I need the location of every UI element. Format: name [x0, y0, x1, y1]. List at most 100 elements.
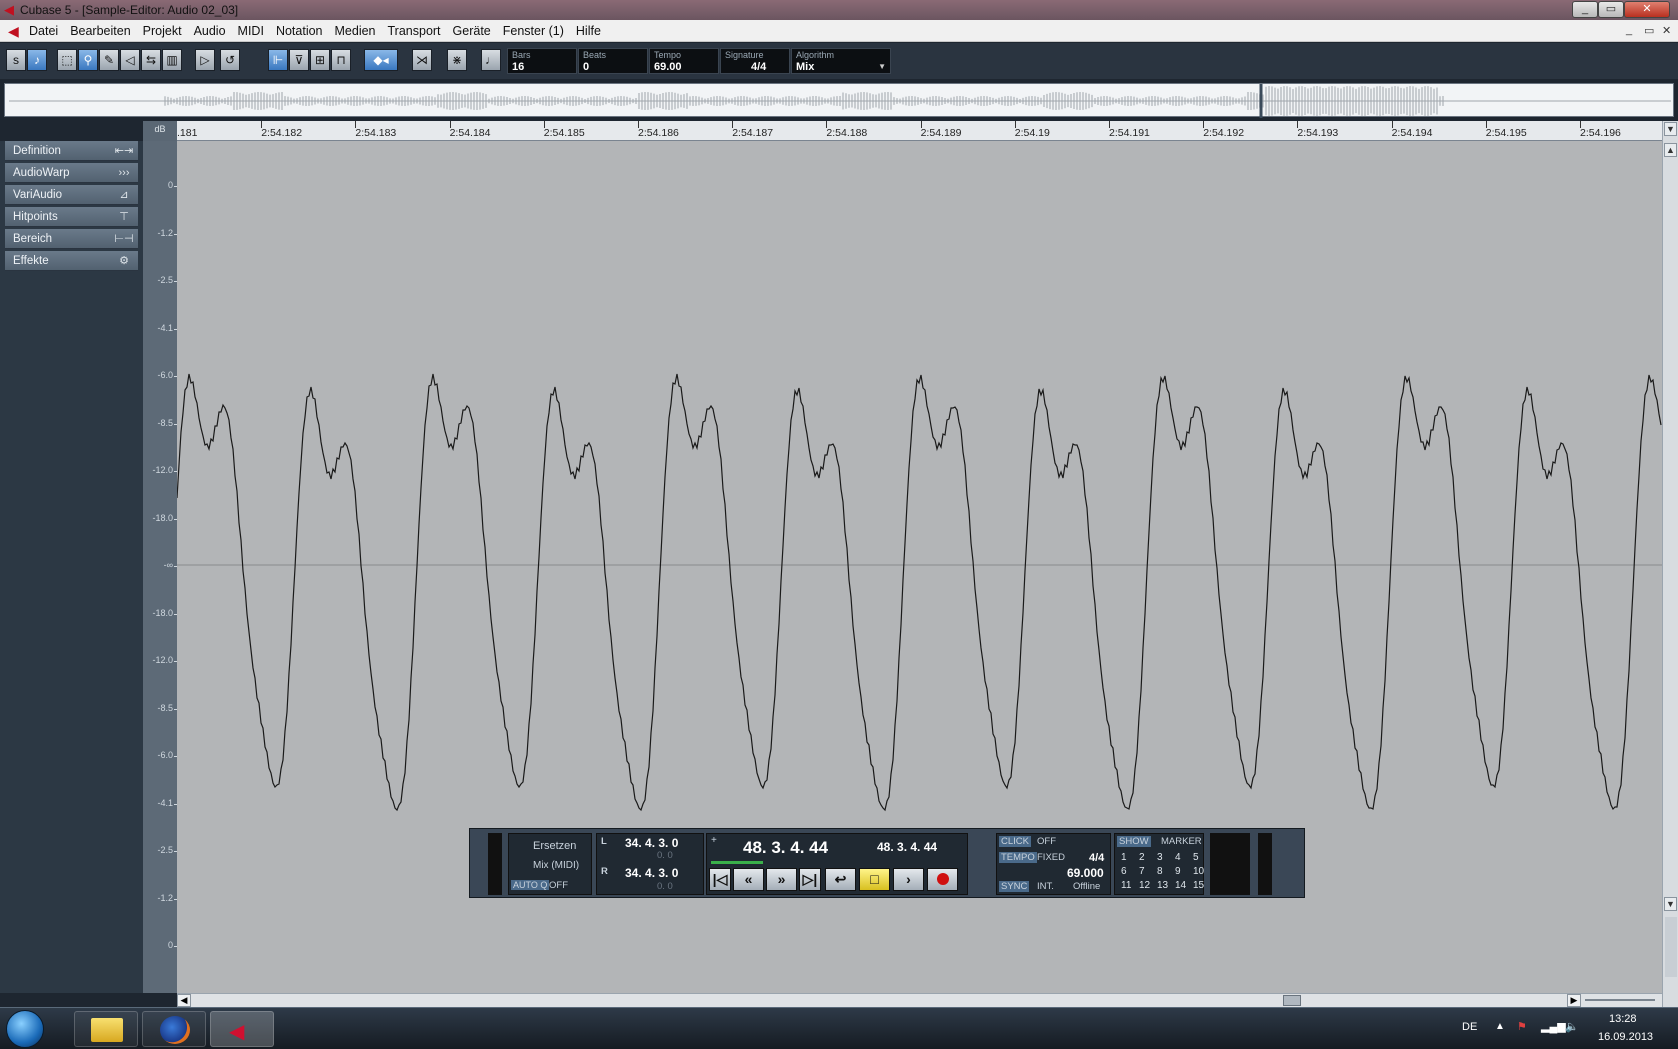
inspector-variaudio[interactable]: VariAudio ⊿ — [5, 185, 138, 205]
explorer-taskbar-button[interactable] — [74, 1011, 138, 1047]
marker-button[interactable]: 1 — [1121, 852, 1127, 863]
menu-datei[interactable]: Datei — [29, 24, 66, 38]
marker-button[interactable]: 7 — [1139, 866, 1145, 877]
inspector-hitpoints[interactable]: Hitpoints ⊤ — [5, 207, 138, 227]
play-button[interactable]: › — [893, 868, 924, 891]
range-select-icon[interactable]: ⬚ — [57, 49, 77, 71]
volume-icon[interactable]: 🔈 — [1565, 1020, 1579, 1033]
right-locator-value[interactable]: 34. 4. 3. 0 — [625, 866, 678, 880]
click-button[interactable]: CLICK — [999, 836, 1031, 847]
autoq-label[interactable]: AUTO Q — [511, 880, 550, 890]
marker-button[interactable]: 9 — [1175, 866, 1181, 877]
musical-mode-icon[interactable]: ♩ — [481, 49, 501, 71]
hitpoint-snap-icon[interactable]: ⊽ — [289, 49, 309, 71]
marker-button[interactable]: 13 — [1157, 880, 1168, 891]
secondary-position-display[interactable]: 48. 3. 4. 44 — [877, 840, 937, 854]
record-button[interactable] — [927, 868, 958, 891]
firefox-taskbar-button[interactable] — [142, 1011, 206, 1047]
minimize-button[interactable]: _ — [1572, 1, 1598, 18]
zero-crossing-icon[interactable]: ⋊ — [412, 49, 432, 71]
menu-hilfe[interactable]: Hilfe — [576, 24, 609, 38]
solo-icon[interactable]: s — [6, 49, 26, 71]
snap-icon[interactable]: ⊩ — [268, 49, 288, 71]
tempo-display[interactable]: 69.000 — [1067, 866, 1104, 880]
zoom-slider[interactable] — [1665, 917, 1677, 977]
marker-button[interactable]: 11 — [1121, 880, 1131, 891]
stop-button[interactable]: □ — [859, 868, 890, 891]
show-button[interactable]: SHOW — [1117, 836, 1151, 847]
marker-button[interactable]: 10 — [1193, 866, 1204, 877]
scroll-left-button[interactable]: ◀ — [177, 994, 191, 1007]
marker-button[interactable]: 12 — [1139, 880, 1150, 891]
hitpoint-icon[interactable]: ⋇ — [447, 49, 467, 71]
tempo-button[interactable]: TEMPO — [999, 852, 1037, 863]
marker-button[interactable]: 8 — [1157, 866, 1163, 877]
primary-position-display[interactable]: 48. 3. 4. 44 — [743, 838, 828, 858]
left-locator-icon[interactable]: L — [601, 836, 607, 847]
start-button[interactable] — [6, 1010, 44, 1048]
clock-time[interactable]: 13:28 — [1609, 1013, 1637, 1025]
inspector-effekte[interactable]: Effekte ⚙ — [5, 251, 138, 271]
cycle-button[interactable]: ↩ — [825, 868, 856, 891]
horizontal-zoom-slider[interactable] — [1585, 999, 1655, 1001]
play-tool-icon[interactable]: ◁ — [120, 49, 140, 71]
marker-button[interactable]: 14 — [1175, 880, 1186, 891]
marker-button[interactable]: 15 — [1193, 880, 1204, 891]
rewind-button[interactable]: « — [733, 868, 764, 891]
scroll-thumb[interactable] — [1283, 995, 1301, 1006]
play-icon[interactable]: ▷ — [195, 49, 215, 71]
cubase-taskbar-button[interactable]: ◀ — [210, 1011, 274, 1047]
mdi-restore-button[interactable]: ▭ — [1644, 24, 1654, 37]
cycle-mode-select[interactable]: Mix (MIDI) — [533, 860, 579, 871]
jog-shuttle[interactable] — [1210, 833, 1250, 895]
menu-medien[interactable]: Medien — [335, 24, 384, 38]
listen-icon[interactable]: ♪ — [27, 49, 47, 71]
waveform-overview[interactable] — [4, 83, 1674, 118]
region-icon[interactable]: ⊞ — [310, 49, 330, 71]
language-indicator[interactable]: DE — [1462, 1021, 1477, 1033]
plus-icon[interactable]: + — [711, 835, 717, 846]
inspector-definition[interactable]: Definition ⇤⇥ — [5, 141, 138, 161]
warp-tool-icon[interactable]: ⇆ — [141, 49, 161, 71]
menu-audio[interactable]: Audio — [194, 24, 234, 38]
close-button[interactable]: ✕ — [1624, 1, 1670, 18]
right-locator-icon[interactable]: R — [601, 866, 608, 877]
marker-button[interactable]: 3 — [1157, 852, 1163, 863]
scroll-up-arrow[interactable]: ▼ — [1664, 122, 1677, 136]
inspector-audiowarp[interactable]: AudioWarp ››› — [5, 163, 138, 183]
signature-field[interactable]: Signature 4/4 — [720, 48, 790, 74]
time-ruler[interactable]: dB .181 2:54.182 2:54.183 2:54.184 2:54.185… — [143, 121, 1663, 141]
marker-button[interactable]: 4 — [1175, 852, 1181, 863]
record-mode-select[interactable]: Ersetzen — [533, 840, 576, 852]
menu-midi[interactable]: MIDI — [238, 24, 272, 38]
go-to-start-button[interactable]: |◁ — [709, 868, 731, 891]
cubase-menu-icon[interactable]: ◀ — [8, 23, 19, 40]
menu-geraete[interactable]: Geräte — [453, 24, 499, 38]
beats-field[interactable]: Beats 0 — [578, 48, 648, 74]
grid-tool-icon[interactable]: ▥ — [162, 49, 182, 71]
bars-field[interactable]: Bars 16 — [507, 48, 577, 74]
fast-forward-button[interactable]: » — [766, 868, 797, 891]
network-icon[interactable]: ▂▄▆ — [1541, 1020, 1566, 1033]
marker-button[interactable]: 2 — [1139, 852, 1145, 863]
vertical-scrollbar[interactable]: ▼ ▲ ▼ — [1662, 121, 1678, 1009]
algorithm-select[interactable]: Algorithm Mix ▼ — [791, 48, 891, 74]
tray-expand-icon[interactable]: ▲ — [1495, 1021, 1505, 1032]
bracket-icon[interactable]: ⊓ — [331, 49, 351, 71]
left-locator-value[interactable]: 34. 4. 3. 0 — [625, 836, 678, 850]
clock-date[interactable]: 16.09.2013 — [1598, 1031, 1653, 1043]
menu-bearbeiten[interactable]: Bearbeiten — [70, 24, 138, 38]
marker-button[interactable]: 5 — [1193, 852, 1199, 863]
sync-button[interactable]: SYNC — [999, 881, 1030, 892]
mdi-minimize-button[interactable]: _ — [1626, 24, 1632, 36]
marker-button[interactable]: 6 — [1121, 866, 1127, 877]
tempo-field[interactable]: Tempo 69.00 — [649, 48, 719, 74]
zoom-icon[interactable]: ⚲ — [78, 49, 98, 71]
loop-icon[interactable]: ↺ — [220, 49, 240, 71]
scroll-down-button[interactable]: ▼ — [1664, 897, 1677, 911]
menu-transport[interactable]: Transport — [388, 24, 449, 38]
menu-fenster[interactable]: Fenster (1) — [503, 24, 572, 38]
go-to-end-button[interactable]: ▷| — [799, 868, 821, 891]
inspector-bereich[interactable]: Bereich ⊢⊣ — [5, 229, 138, 249]
scroll-right-button[interactable]: ▶ — [1567, 994, 1581, 1007]
